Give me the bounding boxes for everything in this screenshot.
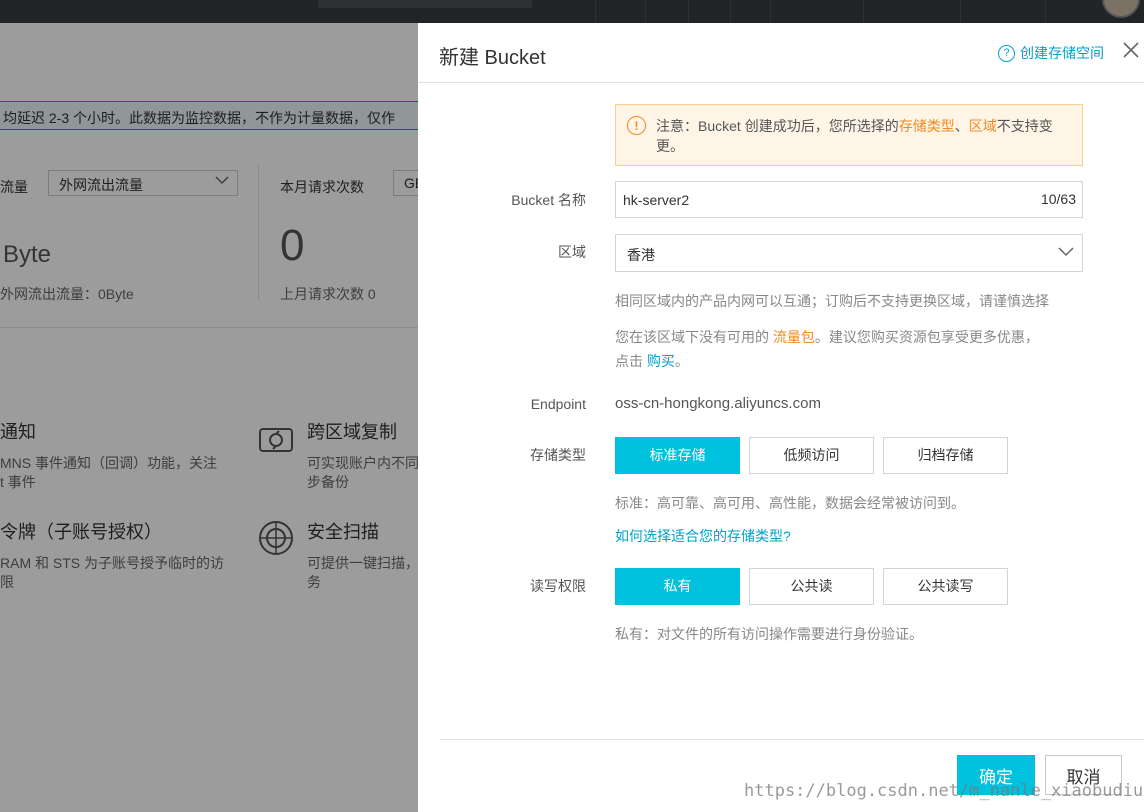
buy-link[interactable]: 购买 xyxy=(647,353,675,369)
traffic-hint-mid: 。建议您购买资源包享受更多优惠， xyxy=(814,329,1039,345)
acl-option-public-read-write[interactable]: 公共读写 xyxy=(883,568,1008,605)
storage-option-archive[interactable]: 归档存储 xyxy=(883,437,1008,474)
header-divider xyxy=(418,82,1144,83)
traffic-pack-link[interactable]: 流量包 xyxy=(773,329,815,345)
question-circle-icon: ? xyxy=(998,44,1015,62)
acl-option-public-read[interactable]: 公共读 xyxy=(749,568,874,605)
endpoint-label: Endpoint xyxy=(530,396,586,412)
bucket-name-label: Bucket 名称 xyxy=(511,192,586,208)
warning-text: 注意：Bucket 创建成功后，您所选择的存储类型、区域不支持变更。 xyxy=(656,116,1066,156)
buy-period: 。 xyxy=(674,353,689,369)
blog-watermark: https://blog.csdn.net/m_nanle_xiaobudiu xyxy=(744,781,1144,801)
bucket-name-counter: 10/63 xyxy=(1040,191,1076,207)
drawer-title: 新建 Bucket xyxy=(439,47,546,69)
warning-region: 区域 xyxy=(968,118,997,134)
region-hint: 相同区域内的产品内网可以互通；订购后不支持更换区域，请谨慎选择 xyxy=(615,293,1049,309)
warning-prefix: 注意：Bucket 创建成功后，您所选择的 xyxy=(656,118,899,134)
warning-separator: 、 xyxy=(954,118,969,134)
close-icon[interactable] xyxy=(1122,41,1140,59)
warning-storage-type: 存储类型 xyxy=(898,118,955,134)
traffic-pack-hint: 您在该区域下没有可用的 流量包。建议您购买资源包享受更多优惠， xyxy=(615,325,1039,349)
storage-hint: 标准：高可靠、高可用、高性能，数据会经常被访问到。 xyxy=(615,495,965,511)
storage-option-infrequent[interactable]: 低频访问 xyxy=(749,437,874,474)
footer-divider xyxy=(440,739,1144,740)
create-bucket-help-link[interactable]: ? 创建存储空间 xyxy=(998,43,1104,63)
chevron-down-icon xyxy=(1058,247,1074,257)
region-select-value: 香港 xyxy=(627,247,655,263)
acl-label: 读写权限 xyxy=(530,578,586,594)
click-text: 点击 xyxy=(615,353,643,369)
acl-hint: 私有：对文件的所有访问操作需要进行身份验证。 xyxy=(615,626,923,642)
endpoint-value: oss-cn-hongkong.aliyuncs.com xyxy=(615,395,821,412)
region-select[interactable]: 香港 xyxy=(615,234,1083,272)
traffic-hint-prefix: 您在该区域下没有可用的 xyxy=(615,329,769,345)
acl-option-private[interactable]: 私有 xyxy=(615,568,740,605)
buy-hint: 点击 购买。 xyxy=(615,349,689,373)
storage-type-label: 存储类型 xyxy=(530,447,586,463)
storage-option-standard[interactable]: 标准存储 xyxy=(615,437,740,474)
exclamation-circle-icon: ! xyxy=(627,116,646,135)
region-label: 区域 xyxy=(558,244,586,260)
warning-notice: ! 注意：Bucket 创建成功后，您所选择的存储类型、区域不支持变更。 xyxy=(615,104,1083,166)
help-link-label: 创建存储空间 xyxy=(1020,45,1104,61)
storage-type-help-link[interactable]: 如何选择适合您的存储类型? xyxy=(615,526,791,546)
create-bucket-drawer: 新建 Bucket ? 创建存储空间 ! 注意：Bucket 创建成功后，您所选… xyxy=(418,23,1144,812)
